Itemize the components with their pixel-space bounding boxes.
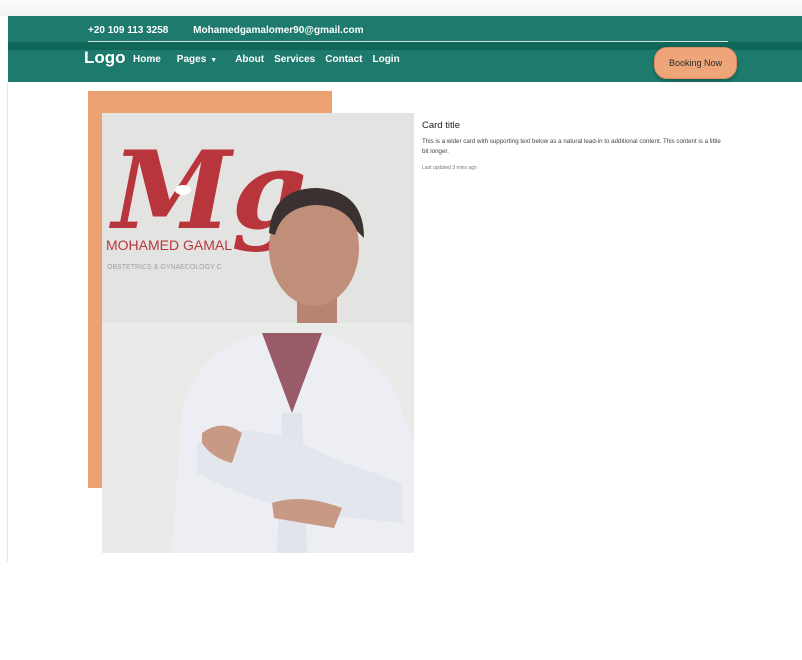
nav-services[interactable]: Services	[274, 54, 315, 65]
left-border	[7, 82, 8, 562]
nav-about[interactable]: About	[235, 54, 264, 65]
nav-home[interactable]: Home	[133, 54, 161, 65]
nav-pages-dropdown[interactable]: Pages ▼	[177, 54, 217, 65]
main-nav: Home Pages ▼ About Services Contact Login	[133, 54, 410, 65]
card-updated-text: Last updated 3 mins ago	[422, 165, 477, 171]
clinic-sign-subtitle: OBSTETRICS & GYNAECOLOGY C	[107, 264, 222, 271]
header-divider	[88, 41, 728, 42]
clinic-sign-name: MOHAMED GAMAL	[106, 237, 232, 253]
email-address[interactable]: Mohamedgamalomer90@gmail.com	[193, 25, 363, 36]
logo[interactable]: Logo	[84, 48, 126, 68]
browser-top-bar	[0, 0, 802, 16]
contact-row: +20 109 113 3258 Mohamedgamalomer90@gmai…	[88, 25, 386, 36]
caret-down-icon: ▼	[210, 57, 218, 64]
doctor-photo: Mg MOHAMED GAMAL OBSTETRICS & GYNAECOLOG…	[102, 113, 414, 553]
phone-number[interactable]: +20 109 113 3258	[88, 25, 168, 36]
card-body: Card title This is a wider card with sup…	[422, 120, 722, 171]
card-title: Card title	[422, 120, 461, 131]
site-header: +20 109 113 3258 Mohamedgamalomer90@gmai…	[8, 16, 802, 82]
card-text: This is a wider card with supporting tex…	[422, 138, 721, 155]
nav-contact[interactable]: Contact	[325, 54, 362, 65]
doctor-photo-illustration: Mg MOHAMED GAMAL OBSTETRICS & GYNAECOLOG…	[102, 113, 414, 553]
nav-pages-label: Pages	[176, 54, 207, 65]
booking-button[interactable]: Booking Now	[654, 47, 737, 79]
nav-login[interactable]: Login	[372, 54, 399, 65]
